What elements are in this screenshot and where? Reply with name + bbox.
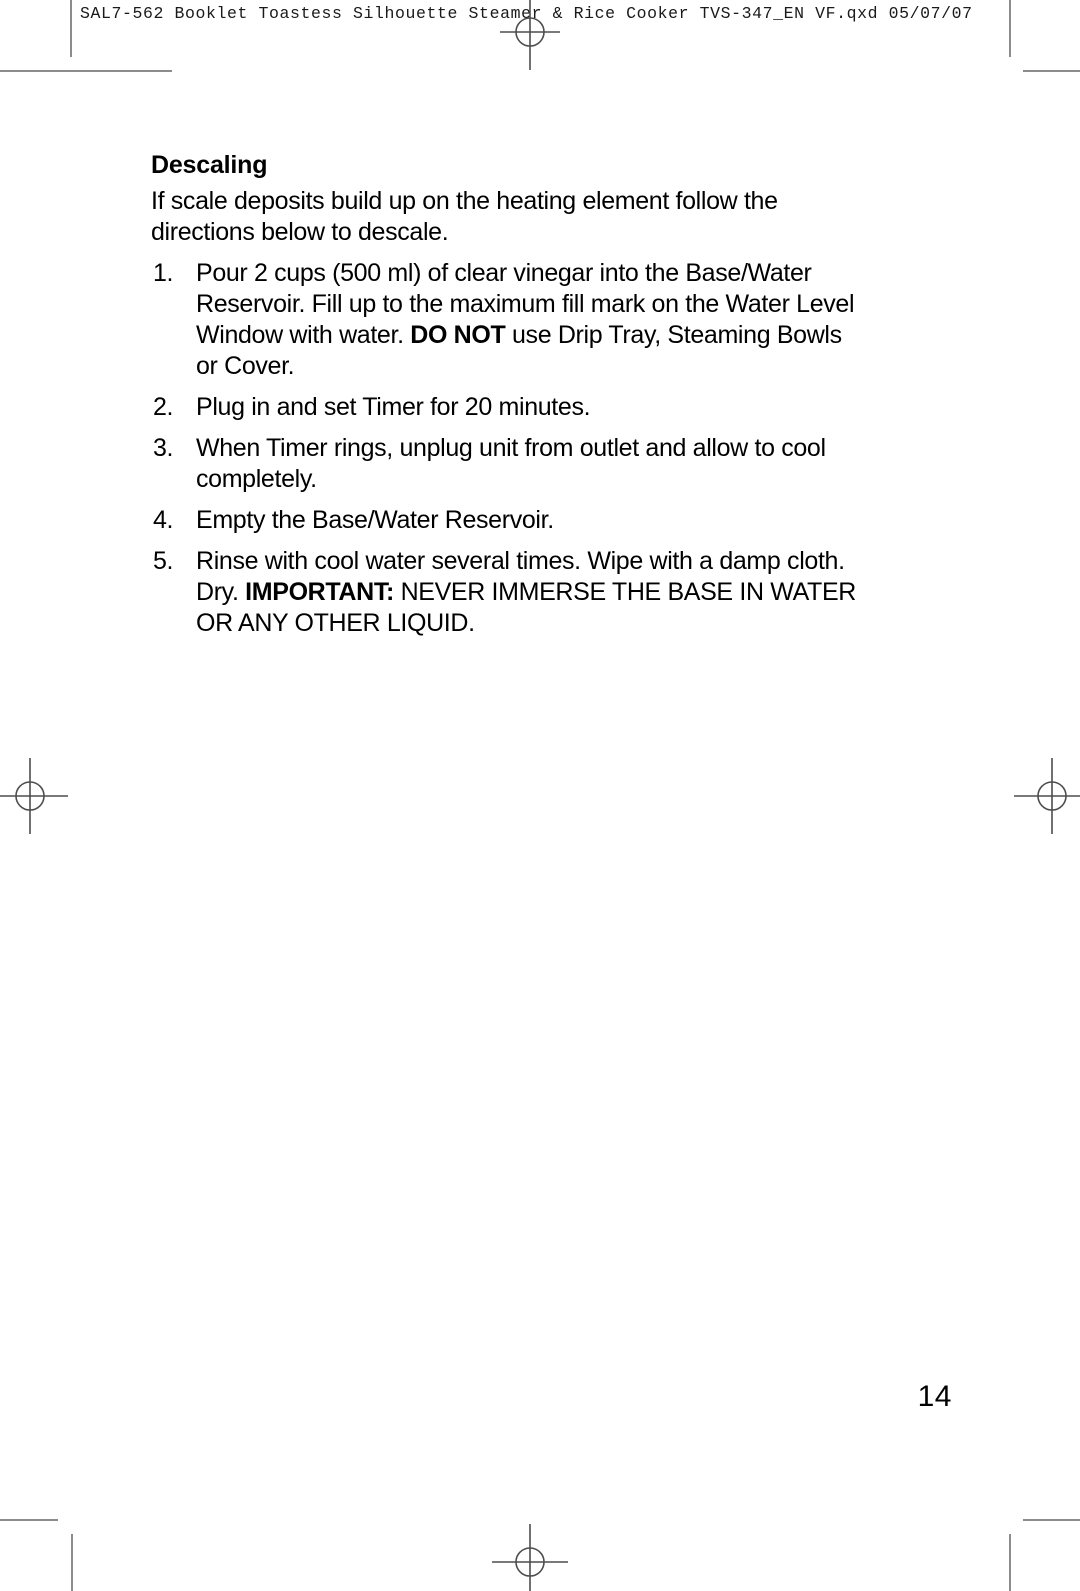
page-content: Descaling If scale deposits build up on … [151,150,866,649]
crop-mark-top-left-horizontal [0,70,172,72]
crop-mark-bottom-right-vertical [1009,1534,1011,1591]
list-item-emphasis: DO NOT [410,321,506,349]
crop-mark-top-right-vertical [1009,0,1011,57]
list-item: 4. Empty the Base/Water Reservoir. [151,505,866,536]
descaling-steps-list: 1. Pour 2 cups (500 ml) of clear vinegar … [151,258,866,639]
section-heading-descaling: Descaling [151,151,268,179]
crop-mark-top-right-horizontal [1023,70,1080,72]
crop-mark-bottom-left-horizontal [0,1519,58,1521]
list-item-number: 2. [153,393,174,421]
list-item-number: 5. [153,547,174,575]
list-item: 5. Rinse with cool water several times. W… [151,546,866,639]
list-item-text-before: Empty the Base/Water Reservoir. [196,506,554,534]
page-number: 14 [917,1380,952,1413]
crop-mark-bottom-right-horizontal [1023,1519,1080,1521]
registration-mark-left-middle [0,758,68,834]
list-item-text-before: Plug in and set Timer for 20 minutes. [196,393,591,421]
registration-mark-right-middle [1014,758,1080,834]
registration-mark-bottom-center [492,1524,568,1591]
list-item-number: 1. [153,259,174,287]
list-item: 1. Pour 2 cups (500 ml) of clear vinegar … [151,258,866,382]
registration-mark-top-center [492,0,568,70]
list-item: 2. Plug in and set Timer for 20 minutes. [151,392,866,423]
document-page: SAL7-562 Booklet Toastess Silhouette Ste… [0,0,1080,1591]
list-item-number: 4. [153,506,174,534]
list-item-emphasis: IMPORTANT: [245,578,394,606]
list-item: 3. When Timer rings, unplug unit from out… [151,433,866,495]
crop-mark-top-left-vertical [70,0,72,57]
list-item-text-before: When Timer rings, unplug unit from outle… [196,434,826,493]
section-intro-paragraph: If scale deposits build up on the heatin… [151,187,778,246]
list-item-number: 3. [153,434,174,462]
crop-mark-bottom-left-vertical [71,1534,73,1591]
